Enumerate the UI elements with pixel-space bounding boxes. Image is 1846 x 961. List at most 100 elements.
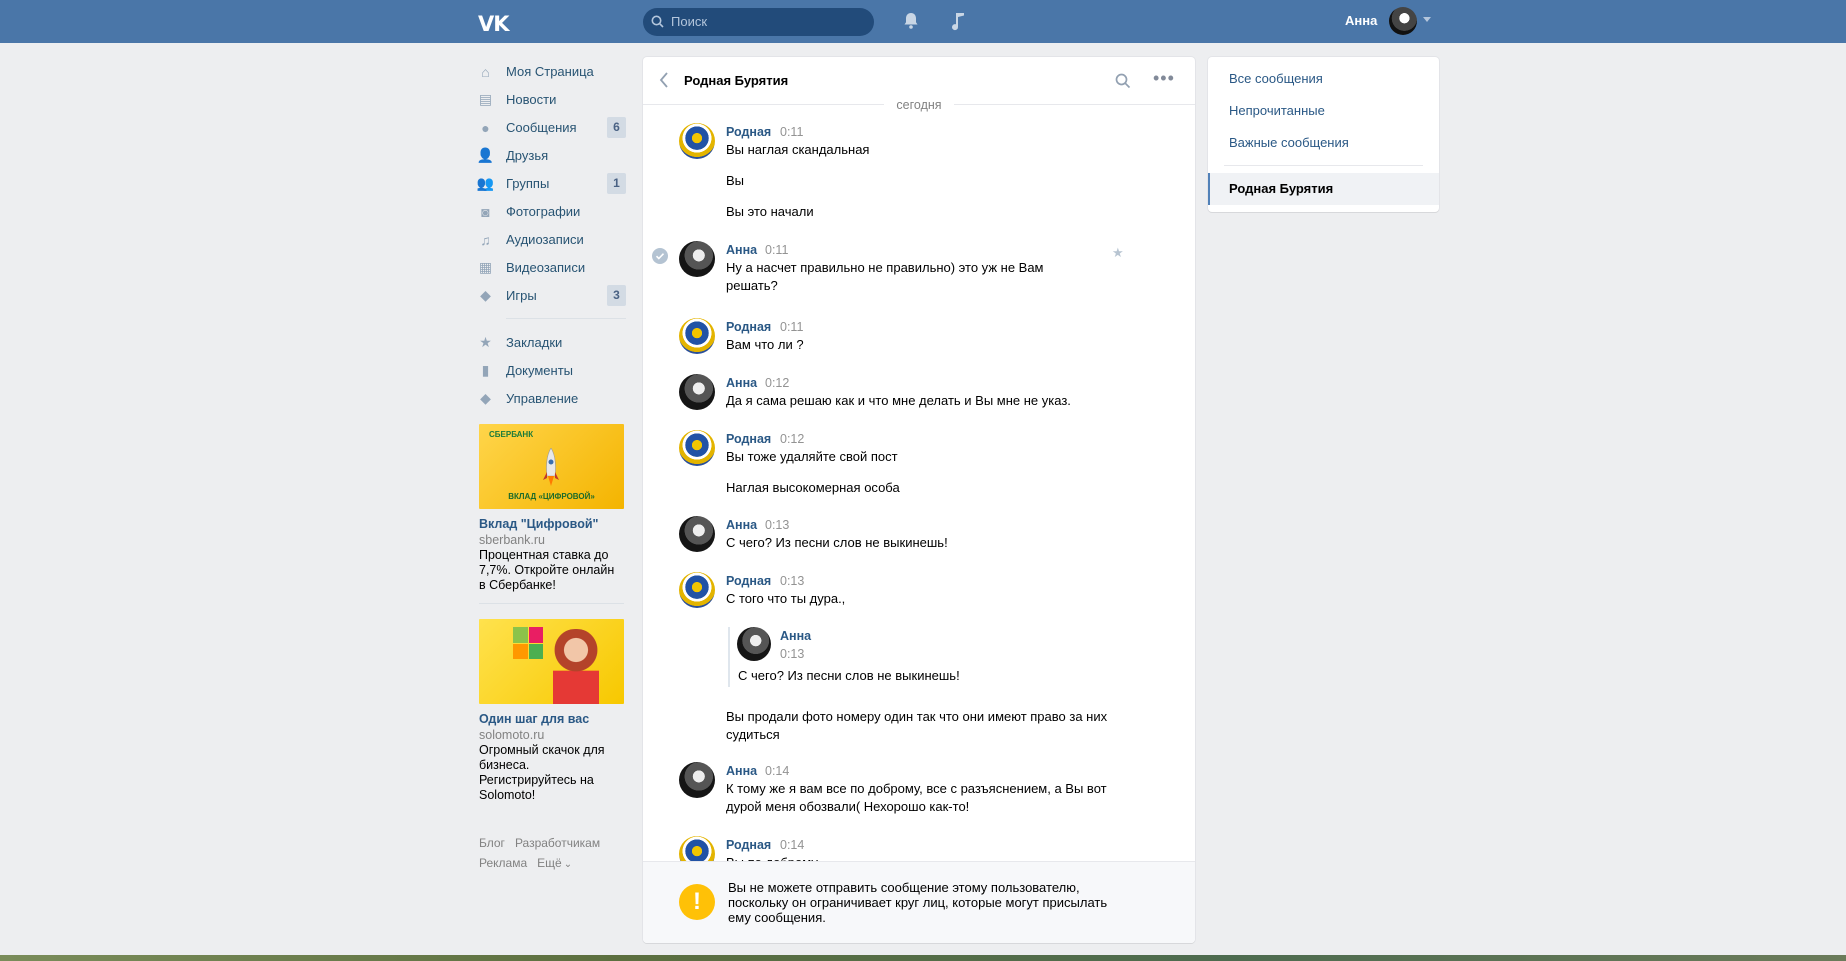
ad-banner-image[interactable]: СБЕРБАНК ВКЛАД «ЦИФРОВОЙ» xyxy=(479,424,624,509)
avatar[interactable] xyxy=(679,123,715,159)
vk-logo[interactable]: VK xyxy=(478,12,510,36)
sidebar-divider xyxy=(479,603,624,604)
message-text: Наглая высокомерная особа xyxy=(726,480,900,495)
forwarded-author[interactable]: Анна xyxy=(780,629,811,643)
filter-active-conversation[interactable]: Родная Бурятия xyxy=(1208,173,1439,205)
search-placeholder: Поиск xyxy=(671,14,708,29)
date-separator: сегодня xyxy=(643,97,1195,112)
gamepad-icon: ◆ xyxy=(480,390,491,406)
user-name[interactable]: Анна xyxy=(1345,13,1377,28)
search-box[interactable]: Поиск xyxy=(643,8,874,36)
sidebar-item-photos[interactable]: ◙ Фотографии xyxy=(477,198,627,226)
ad-domain[interactable]: sberbank.ru xyxy=(479,532,624,548)
filter-important[interactable]: Важные сообщения xyxy=(1229,135,1349,150)
sidebar-item-audio[interactable]: ♫ Аудиозаписи xyxy=(477,226,627,254)
back-arrow-icon[interactable] xyxy=(659,72,669,88)
sidebar-item-my-page[interactable]: ⌂ Моя Страница xyxy=(477,58,627,86)
filter-all-messages[interactable]: Все сообщения xyxy=(1229,71,1323,86)
avatar[interactable] xyxy=(679,241,715,277)
search-icon xyxy=(651,15,664,28)
filter-divider xyxy=(1224,165,1423,166)
avatar[interactable] xyxy=(679,318,715,354)
message-time[interactable]: 0:14 xyxy=(780,838,804,852)
sidebar-item-news[interactable]: ▤ Новости xyxy=(477,86,627,114)
footer-link-more[interactable]: Ещё ⌄ xyxy=(537,856,582,870)
sidebar-item-label: Фотографии xyxy=(506,204,581,219)
message-author[interactable]: Родная xyxy=(726,574,771,588)
avatar[interactable] xyxy=(679,516,715,552)
user-avatar[interactable] xyxy=(1389,7,1417,35)
ad-title[interactable]: Один шаг для вас xyxy=(479,711,624,727)
message-author[interactable]: Анна xyxy=(726,243,757,257)
sidebar-item-bookmarks[interactable]: ★ Закладки xyxy=(477,329,627,357)
forwarded-message[interactable]: Анна 0:13 С чего? Из песни слов не выкин… xyxy=(728,627,988,687)
message-time[interactable]: 0:14 xyxy=(765,764,789,778)
ad-domain[interactable]: solomoto.ru xyxy=(479,727,624,743)
ad-banner-caption: ВКЛАД «ЦИФРОВОЙ» xyxy=(508,492,595,501)
message-time[interactable]: 0:12 xyxy=(765,376,789,390)
avatar[interactable] xyxy=(737,627,771,661)
sidebar-item-games[interactable]: ◆ Игры 3 xyxy=(477,282,627,310)
message-author[interactable]: Родная xyxy=(726,838,771,852)
message-author[interactable]: Родная xyxy=(726,320,771,334)
sidebar-item-documents[interactable]: ▮ Документы xyxy=(477,357,627,385)
footer-link-ads[interactable]: Реклама xyxy=(479,856,527,870)
music-note-icon[interactable] xyxy=(950,11,966,31)
sidebar-item-messages[interactable]: ● Сообщения 6 xyxy=(477,114,627,142)
message-time[interactable]: 0:11 xyxy=(780,320,803,334)
search-icon[interactable] xyxy=(1115,73,1131,89)
message-text: Вы xyxy=(726,173,745,188)
message-time[interactable]: 0:12 xyxy=(780,432,804,446)
footer-link-developers[interactable]: Разработчикам xyxy=(515,836,600,850)
message-author[interactable]: Родная xyxy=(726,432,771,446)
ad-block-solomoto[interactable]: Один шаг для вас solomoto.ru Огромный ск… xyxy=(479,619,624,803)
active-conversation-label: Родная Бурятия xyxy=(1229,181,1334,196)
ad-banner-image[interactable] xyxy=(479,619,624,704)
warning-icon: ! xyxy=(679,884,715,920)
friends-icon: 👤 xyxy=(476,147,495,163)
avatar[interactable] xyxy=(679,430,715,466)
footer-link-blog[interactable]: Блог xyxy=(479,836,505,850)
message-time[interactable]: 0:13 xyxy=(780,574,804,588)
ad-title[interactable]: Вклад "Цифровой" xyxy=(479,516,624,532)
ad-text: Огромный скачок для бизнеса. Регистрируй… xyxy=(479,743,605,802)
sidebar-item-label: Друзья xyxy=(506,148,549,163)
ad-block-sberbank[interactable]: СБЕРБАНК ВКЛАД «ЦИФРОВОЙ» Вклад "Цифрово… xyxy=(479,424,624,593)
message-filters-panel: Все сообщения Непрочитанные Важные сообщ… xyxy=(1208,57,1439,212)
video-icon: ▦ xyxy=(478,259,493,275)
star-icon[interactable]: ★ xyxy=(1112,245,1124,261)
bell-icon[interactable] xyxy=(902,11,920,30)
cannot-send-notice: ! Вы не можете отправить сообщение этому… xyxy=(643,861,1195,943)
sidebar-item-label: Сообщения xyxy=(506,120,577,135)
message-text: Ну а насчет правильно не правильно) это … xyxy=(726,260,1044,293)
message-list[interactable]: Родная 0:11 Вы наглая скандальная Вы Вы … xyxy=(643,113,1195,917)
avatar[interactable] xyxy=(679,572,715,608)
sidebar-item-groups[interactable]: 👥 Группы 1 xyxy=(477,170,627,198)
message-author[interactable]: Родная xyxy=(726,125,771,139)
sidebar-item-label: Моя Страница xyxy=(506,64,594,79)
message-author[interactable]: Анна xyxy=(726,764,757,778)
message-text: Вы наглая скандальная xyxy=(726,142,870,157)
message-author[interactable]: Анна xyxy=(726,518,757,532)
chevron-down-icon: ⌄ xyxy=(563,859,573,870)
more-options-icon[interactable]: ••• xyxy=(1153,69,1175,87)
rocket-icon xyxy=(543,448,559,486)
avatar[interactable] xyxy=(679,762,715,798)
chat-header: Родная Бурятия ••• сегодня xyxy=(643,57,1195,112)
sidebar-item-manage[interactable]: ◆ Управление xyxy=(477,385,627,413)
message-time[interactable]: 0:11 xyxy=(765,243,788,257)
filter-unread[interactable]: Непрочитанные xyxy=(1229,103,1325,118)
messages-count-badge: 6 xyxy=(607,117,626,138)
chat-panel: Родная Бурятия ••• сегодня Родная 0:11 В… xyxy=(643,57,1195,943)
sidebar-item-label: Группы xyxy=(506,176,550,191)
sidebar-item-friends[interactable]: 👤 Друзья xyxy=(477,142,627,170)
message-time[interactable]: 0:13 xyxy=(765,518,789,532)
avatar[interactable] xyxy=(679,374,715,410)
message-author[interactable]: Анна xyxy=(726,376,757,390)
check-icon[interactable] xyxy=(652,248,668,264)
chat-title[interactable]: Родная Бурятия xyxy=(684,73,788,88)
sidebar-item-video[interactable]: ▦ Видеозаписи xyxy=(477,254,627,282)
message-text: Вы тоже удаляйте свой пост xyxy=(726,449,898,464)
chevron-down-icon[interactable] xyxy=(1423,17,1431,22)
message-time[interactable]: 0:11 xyxy=(780,125,803,139)
